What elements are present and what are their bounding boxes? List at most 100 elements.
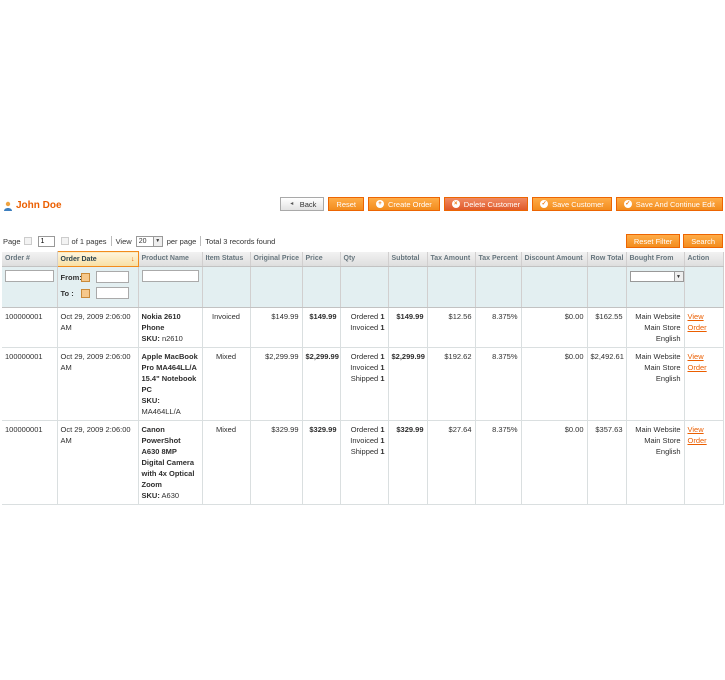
date-from-filter: From:	[61, 270, 135, 284]
bought-from-line: Main Store	[644, 363, 681, 372]
cell-item-status: Invoiced	[202, 307, 251, 348]
subtotal-value: $329.99	[396, 425, 424, 434]
cell-subtotal: $329.99	[388, 420, 428, 505]
page-number-input[interactable]	[37, 235, 55, 247]
cell-discount-amount: $0.00	[521, 307, 588, 348]
view-order-link[interactable]: View Order	[688, 312, 707, 332]
bought-from-line: English	[655, 334, 681, 343]
order-number-filter-input[interactable]	[5, 270, 54, 282]
qty-label: Ordered	[350, 352, 379, 361]
cell-discount-amount: $0.00	[521, 347, 588, 421]
col-row-total[interactable]: Row Total	[587, 251, 627, 267]
cell-bought-from: Main Website Main Store English	[626, 347, 685, 421]
col-discount-amount[interactable]: Discount Amount	[521, 251, 588, 267]
page-count: of 1 pages	[71, 236, 107, 246]
col-bought-from[interactable]: Bought From	[626, 251, 685, 267]
qty-line: Ordered 1	[344, 351, 385, 362]
cell-tax-percent: 8.375%	[475, 420, 522, 505]
product-name-filter-input[interactable]	[141, 270, 199, 282]
cell-action: View Order	[684, 307, 724, 348]
view-link-text: View	[687, 352, 704, 361]
bought-from-line: Main Store	[644, 436, 681, 445]
qty-label: Shipped	[350, 447, 379, 456]
create-order-button[interactable]: + Create Order	[368, 197, 440, 211]
col-tax-amount[interactable]: Tax Amount	[427, 251, 476, 267]
col-original-price[interactable]: Original Price	[250, 251, 303, 267]
save-customer-button[interactable]: ✓ Save Customer	[532, 197, 612, 211]
qty-line: Invoiced 1	[344, 322, 384, 333]
filter-cell	[587, 266, 627, 308]
col-price[interactable]: Price	[302, 251, 341, 267]
search-button[interactable]: Search	[683, 234, 723, 248]
col-qty[interactable]: Qty	[340, 251, 389, 267]
view-order-link[interactable]: View Order	[688, 352, 707, 372]
save-continue-check-icon: ✓	[623, 200, 632, 208]
back-arrow-icon: ◂	[290, 201, 294, 207]
cell-row-total: $2,492.61	[587, 347, 627, 421]
filter-cell	[138, 266, 203, 308]
cell-tax-percent: 8.375%	[475, 307, 522, 348]
grid-pager: Page of 1 pages View 20 ▼ per page Total…	[3, 234, 723, 248]
order-link-text: Order	[687, 363, 707, 372]
pager-divider	[200, 236, 202, 246]
col-subtotal[interactable]: Subtotal	[388, 251, 428, 267]
col-tax-percent[interactable]: Tax Percent	[475, 251, 522, 267]
back-button[interactable]: ◂ Back	[279, 197, 325, 211]
save-check-icon: ✓	[540, 200, 549, 208]
calendar-icon[interactable]	[80, 288, 90, 298]
qty-label: Invoiced	[350, 323, 379, 332]
reset-filter-button[interactable]: Reset Filter	[625, 234, 681, 248]
filter-cell: ▼	[626, 266, 685, 308]
qty-line: Invoiced 1	[344, 435, 384, 446]
cell-order-number: 100000001	[2, 347, 58, 421]
bought-from-filter-select[interactable]: ▼	[629, 271, 684, 282]
date-from-input[interactable]	[95, 271, 129, 283]
sku-value: A630	[161, 491, 180, 500]
qty-line: Shipped 1	[344, 446, 385, 457]
price-value: $329.99	[309, 425, 337, 434]
cell-subtotal: $149.99	[388, 307, 428, 348]
qty-line: Shipped 1	[344, 373, 385, 384]
cell-action: View Order	[684, 347, 724, 421]
table-row: 100000001 Oct 29, 2009 2:06:00 AM Canon Po…	[2, 420, 724, 505]
cell-price: $329.99	[302, 420, 341, 505]
order-link-text: Order	[687, 436, 707, 445]
qty-label: Invoiced	[350, 436, 379, 445]
grid-body: 100000001 Oct 29, 2009 2:06:00 AM Nokia 26…	[2, 307, 724, 505]
prev-page-icon[interactable]	[23, 237, 32, 245]
bought-from-line: English	[655, 447, 681, 456]
bought-from-line: English	[655, 374, 681, 383]
back-button-label: Back	[299, 199, 317, 209]
qty-line: Invoiced 1	[344, 362, 384, 373]
chevron-down-icon: ▼	[152, 236, 162, 246]
col-order-date[interactable]: Order Date ↓	[56, 251, 139, 267]
qty-label: Invoiced	[350, 363, 379, 372]
qty-line: Ordered 1	[344, 424, 385, 435]
action-buttons: ◂ Back Reset + Create Order × Delete Cus…	[279, 197, 723, 211]
date-to-input[interactable]	[95, 287, 129, 299]
col-product-name[interactable]: Product Name	[138, 251, 203, 267]
next-page-icon[interactable]	[60, 237, 69, 245]
orders-grid: Order # Order Date ↓ Product Name Item S…	[2, 251, 724, 505]
reset-button[interactable]: Reset	[328, 197, 365, 211]
cell-item-status: Mixed	[202, 347, 251, 421]
view-label: View	[115, 236, 132, 246]
col-item-status[interactable]: Item Status	[202, 251, 251, 267]
reset-button-label: Reset	[336, 199, 357, 209]
date-to-label: To :	[60, 288, 74, 298]
col-action: Action	[684, 251, 724, 267]
col-order-number[interactable]: Order #	[2, 251, 58, 267]
view-order-link[interactable]: View Order	[688, 425, 707, 445]
save-continue-button[interactable]: ✓ Save And Continue Edit	[615, 197, 723, 211]
order-link-text: Order	[687, 323, 707, 332]
delete-customer-button[interactable]: × Delete Customer	[443, 197, 529, 211]
calendar-icon[interactable]	[80, 272, 90, 282]
cell-subtotal: $2,299.99	[388, 347, 428, 421]
filter-cell	[684, 266, 724, 308]
sku-label: SKU:	[141, 396, 160, 405]
table-row: 100000001 Oct 29, 2009 2:06:00 AM Apple Ma…	[2, 347, 724, 421]
delete-icon: ×	[451, 200, 460, 208]
delete-customer-label: Delete Customer	[463, 199, 521, 209]
per-page-select[interactable]: 20 ▼	[135, 235, 163, 247]
filter-cell	[302, 266, 341, 308]
